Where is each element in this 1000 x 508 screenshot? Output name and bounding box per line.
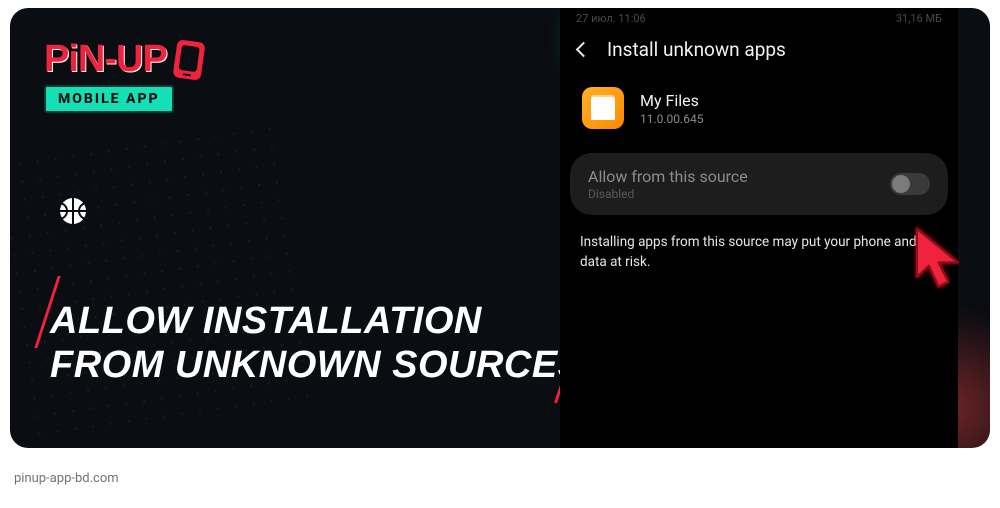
app-info-row: My Files 11.0.00.645 <box>560 75 958 147</box>
allow-source-toggle[interactable] <box>890 173 930 195</box>
source-url: pinup-app-bd.com <box>14 471 119 486</box>
toggle-state: Disabled <box>588 187 748 201</box>
promo-card: PiN-UP MOBILE APP ALLOW INSTALLATION FRO… <box>10 8 990 448</box>
page-title: Install unknown apps <box>607 38 786 61</box>
dot-grid-decor <box>10 120 308 436</box>
brand-tagline: MOBILE APP <box>44 85 174 113</box>
app-version: 11.0.00.645 <box>640 112 703 126</box>
brand-logo: PiN-UP MOBILE APP <box>44 38 203 113</box>
headline-line1: ALLOW INSTALLATION <box>50 300 584 344</box>
status-date: 27 июл. 11:06 <box>576 12 646 25</box>
app-name: My Files <box>640 91 703 110</box>
android-settings-screenshot: 27 июл. 11:06 31,16 МБ Install unknown a… <box>560 8 958 448</box>
back-icon[interactable] <box>576 42 592 58</box>
warning-text: Installing apps from this source may put… <box>560 221 958 284</box>
my-files-app-icon <box>582 87 624 129</box>
statusbar-faint: 27 июл. 11:06 31,16 МБ <box>576 12 942 25</box>
toggle-label: Allow from this source <box>588 167 748 186</box>
headline-text: ALLOW INSTALLATION FROM UNKNOWN SOURCES <box>50 300 584 387</box>
allow-from-source-row[interactable]: Allow from this source Disabled <box>570 153 948 215</box>
brand-wordmark: PiN-UP <box>44 38 167 81</box>
basketball-icon <box>60 198 86 224</box>
headline-line2: FROM UNKNOWN SOURCES <box>50 344 584 388</box>
status-size: 31,16 МБ <box>896 12 942 25</box>
phone-icon <box>172 39 205 81</box>
